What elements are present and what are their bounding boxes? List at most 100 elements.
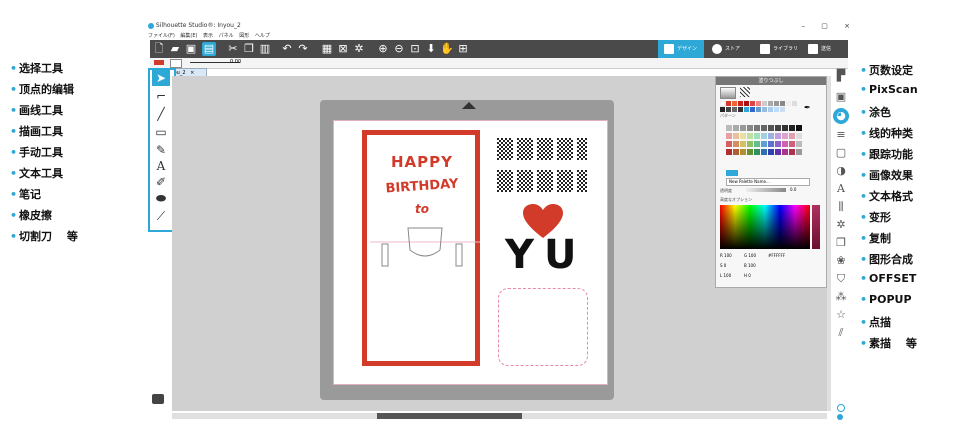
copy-icon[interactable]: ❐ [242,42,256,56]
star-icon[interactable]: ☆ [833,307,849,323]
rectangle-tool-icon[interactable]: ▭ [152,124,170,140]
ungroup-icon[interactable]: ⊠ [336,42,350,56]
advanced-options-label[interactable]: 高度なオプション [720,197,752,203]
design-text-yu[interactable]: YU [505,232,586,278]
text-tool-icon[interactable]: A [152,158,170,174]
text-format-icon[interactable]: A [833,181,849,197]
annotation-modify: • 图形合成 [860,253,914,266]
select-all-icon[interactable]: ✲ [352,42,366,56]
color-hsl-s[interactable]: S 0 [720,263,726,268]
redo-icon[interactable]: ↷ [296,42,310,56]
fit-page-icon[interactable]: ⊞ [456,42,470,56]
color-hsl-h[interactable]: H 0 [744,273,751,278]
line-style-icon[interactable]: ≡ [833,127,849,143]
popup-icon[interactable]: ⁂ [833,289,849,305]
annotation-text-tool: • 文本工具 [10,167,64,180]
library-shortcut-icon[interactable] [152,394,164,404]
trace-icon[interactable]: ▢ [833,145,849,161]
annotation-image-effects: • 画像效果 [860,169,914,182]
line-color-swatch[interactable] [154,60,164,65]
open-folder-icon[interactable]: ▰ [168,42,182,56]
note-tool-icon[interactable]: ✐ [152,174,170,190]
undo-icon[interactable]: ↶ [280,42,294,56]
fill-icon[interactable]: ◕ [833,108,849,124]
palette-grid[interactable] [726,125,821,165]
tab-design[interactable]: デザイン [658,40,704,58]
annotation-sketch: • 素描 等 [860,337,917,350]
color-hsl-l[interactable]: L 100 [720,273,731,278]
palette-section-label: パターン [720,113,736,118]
pan-hand-icon[interactable]: ✋ [440,42,454,56]
help-icon[interactable] [837,414,843,420]
menu-edit[interactable]: 編集(E) [180,33,197,39]
right-toolbar: ▛ ▣ ◕ ≡ ▢ ◑ A ⫼ ✲ ❐ ❀ ⛉ ⁂ ☆ ⫽ [833,68,849,348]
paste-icon[interactable]: ▥ [258,42,272,56]
line-width-value[interactable]: 0.00 [230,59,241,65]
print-icon[interactable]: ▤ [202,42,216,56]
move-down-icon[interactable]: ⬇ [424,42,438,56]
align-icon[interactable]: ⫼ [833,199,849,215]
mat-load-arrow-icon[interactable] [462,102,476,109]
menu-view[interactable]: 表示 [203,33,213,39]
menu-help[interactable]: ヘルプ [255,33,270,39]
send-icon [808,43,818,54]
fill-solid-tab[interactable] [720,87,736,99]
color-rgb-r[interactable]: R 100 [720,253,732,258]
pixscan-icon[interactable]: ▣ [833,89,849,105]
image-effects-icon[interactable]: ◑ [833,163,849,179]
annotation-replicate: • 复制 [860,232,892,245]
checkered-pattern[interactable] [495,136,595,196]
color-hex[interactable]: #FFFFFF [768,253,785,258]
hue-slider[interactable] [812,205,820,249]
horizontal-scrollbar[interactable] [172,413,827,419]
select-tool-icon[interactable]: ➤ [152,70,170,86]
menu-file[interactable]: ファイル(F) [148,33,175,39]
eraser-icon[interactable]: ⬬ [152,190,170,206]
popup-cup-shape[interactable] [370,220,480,270]
menu-panel[interactable]: パネル [219,33,234,39]
color-rgb-b[interactable]: B 100 [744,263,756,268]
line-tool-icon[interactable]: ╱ [152,106,170,122]
scalloped-frame[interactable] [498,288,588,366]
line-settings-bar: 0.00 [150,58,848,69]
color-spectrum-picker[interactable] [720,205,810,249]
eyedropper-icon[interactable]: ✒ [804,103,811,112]
design-text-to[interactable]: to [372,202,472,216]
zoom-out-icon[interactable]: ⊖ [392,42,406,56]
horizontal-scroll-thumb[interactable] [377,413,522,419]
pen-tool-icon[interactable]: ✎ [152,142,170,158]
minimize-button[interactable]: – [802,22,806,30]
menu-shape[interactable]: 図形 [239,33,249,39]
tab-send[interactable]: 送信 [802,40,848,58]
fill-pattern-tab[interactable] [740,87,750,97]
zoom-select-icon[interactable]: ⊡ [408,42,422,56]
annotation-select-tool: • 选择工具 [10,62,64,75]
color-rgb-g[interactable]: G 100 [744,253,756,258]
tab-store[interactable]: ストア [706,40,752,58]
transform-icon[interactable]: ✲ [833,217,849,233]
tab-library[interactable]: ライブラリ [754,40,800,58]
cut-icon[interactable]: ✂ [226,42,240,56]
opacity-value[interactable]: 0.0 [790,187,796,192]
modify-icon[interactable]: ❀ [833,253,849,269]
maximize-button[interactable]: ▢ [821,22,828,30]
palette-name-input[interactable]: New Palette Name... [726,178,810,186]
replicate-icon[interactable]: ❐ [833,235,849,251]
new-file-icon[interactable]: 🗋 [152,42,166,56]
annotation-pixscan: • PixScan [860,83,918,96]
close-button[interactable]: × [844,22,850,30]
zoom-in-icon[interactable]: ⊕ [376,42,390,56]
offset-icon[interactable]: ⛉ [833,271,849,287]
point-edit-icon[interactable]: ⌐ [152,88,170,104]
current-palette-swatch[interactable] [726,170,738,176]
opacity-slider[interactable] [746,188,786,192]
save-icon[interactable]: ▣ [184,42,198,56]
fill-color-swatch[interactable] [170,59,182,68]
vertical-scrollbar[interactable] [827,76,831,411]
sketch-icon[interactable]: ⫽ [833,325,849,341]
knife-icon[interactable]: ⟋ [152,208,170,224]
design-text-happy[interactable]: HAPPY [372,153,472,171]
page-setup-icon[interactable]: ▛ [833,68,849,84]
group-icon[interactable]: ▦ [320,42,334,56]
settings-gear-icon[interactable] [837,404,845,412]
